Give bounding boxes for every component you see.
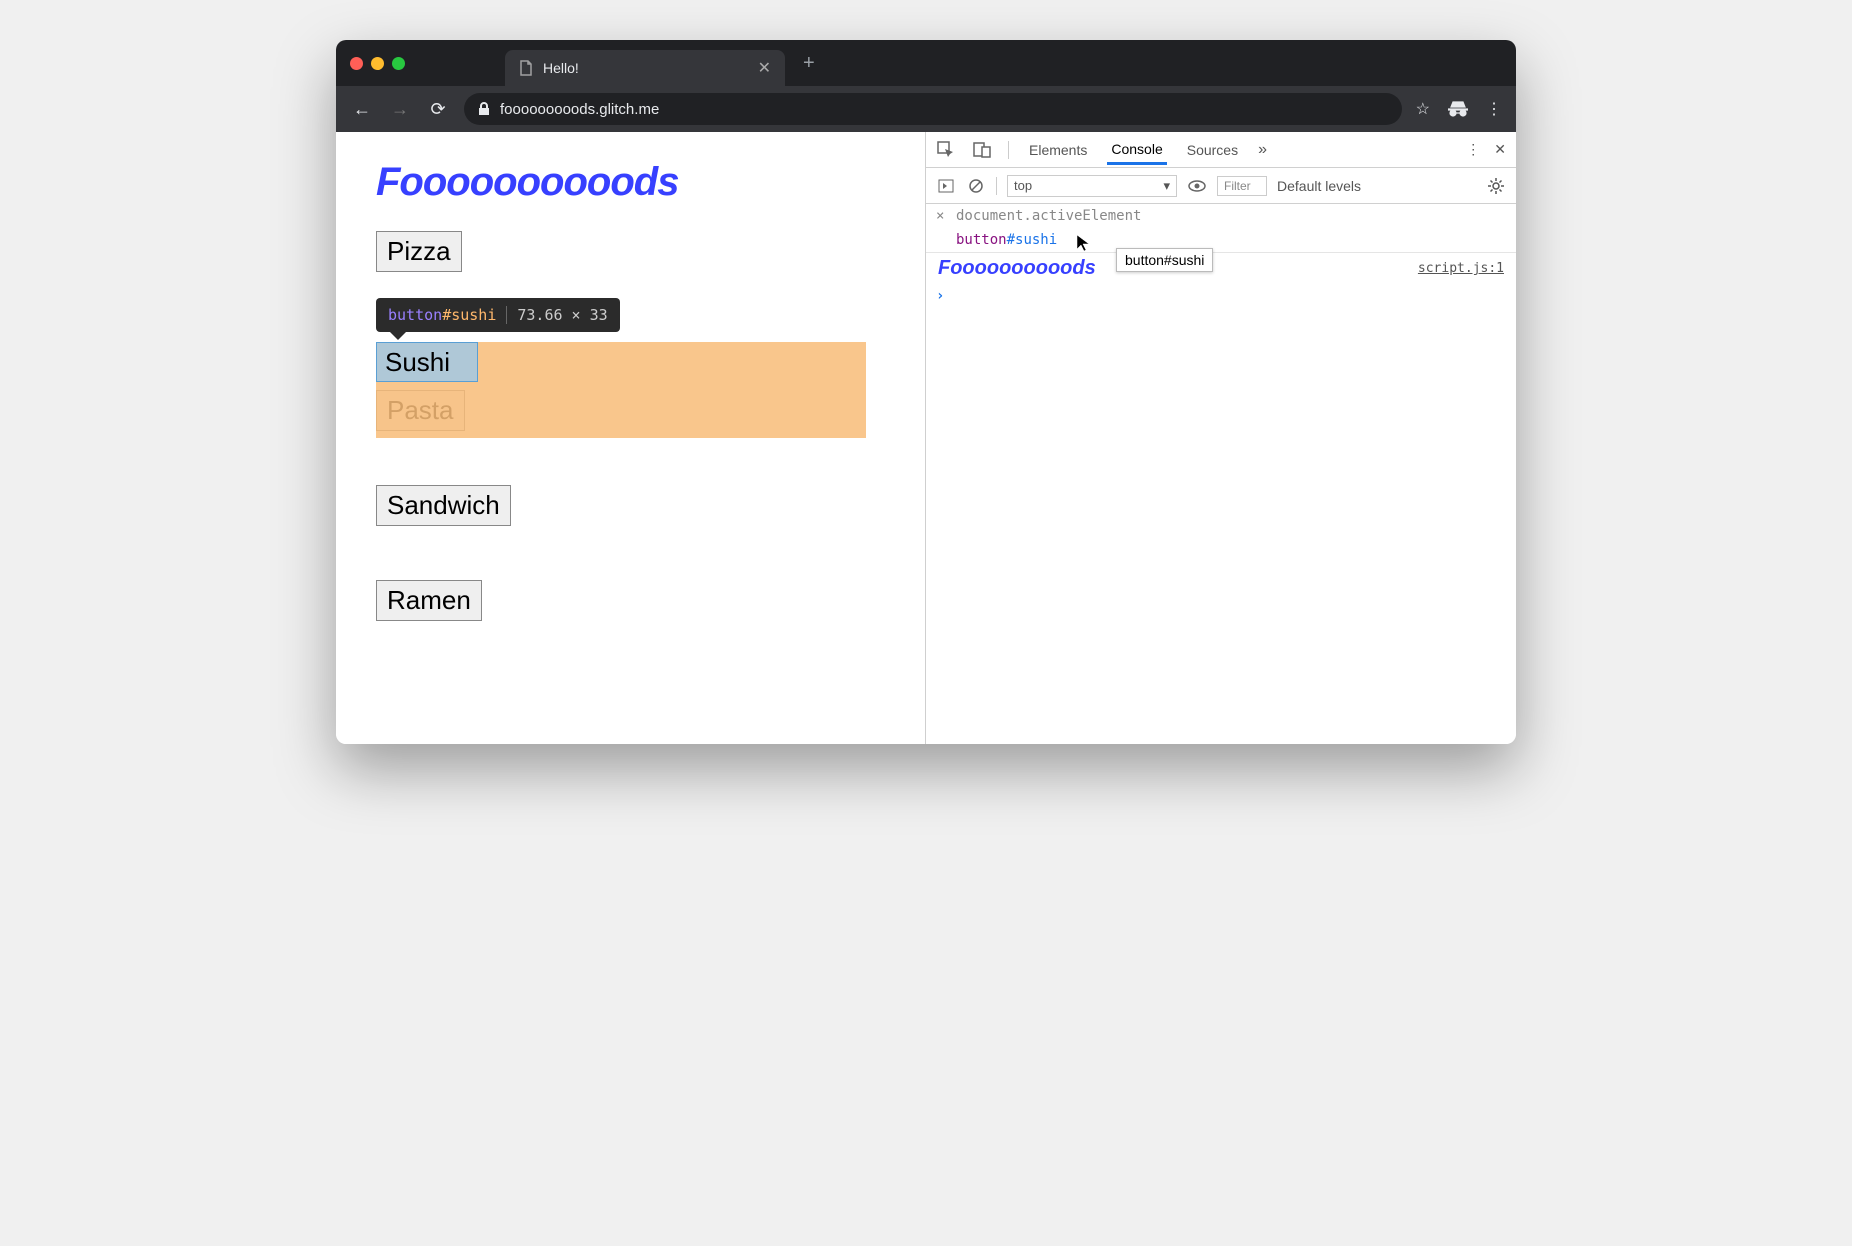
- result-id: sushi: [1015, 232, 1057, 248]
- tab-console[interactable]: Console: [1107, 135, 1166, 165]
- tab-sources[interactable]: Sources: [1183, 136, 1242, 164]
- tooltip-id-prefix: #: [442, 306, 451, 324]
- expression-text: document.activeElement: [956, 208, 1141, 224]
- remove-expression-icon[interactable]: ×: [936, 208, 950, 224]
- url-text: fooooooooods.glitch.me: [500, 101, 659, 118]
- sidebar-toggle-icon[interactable]: [936, 176, 956, 196]
- lock-icon: [478, 102, 490, 116]
- menu-icon[interactable]: ⋮: [1486, 99, 1502, 119]
- live-expression-icon[interactable]: [1187, 176, 1207, 196]
- new-tab-button[interactable]: +: [803, 52, 815, 75]
- tooltip-tag: button: [388, 306, 442, 324]
- mouse-cursor-icon: [1076, 234, 1090, 252]
- log-source-link[interactable]: script.js:1: [1418, 261, 1504, 276]
- console-output[interactable]: × document.activeElement button#sushi Fo…: [926, 204, 1516, 744]
- inspect-element-icon[interactable]: [936, 140, 956, 160]
- back-button[interactable]: ←: [350, 99, 374, 120]
- file-icon: [519, 60, 533, 76]
- tooltip-id: sushi: [451, 306, 496, 324]
- expression-result-row: button#sushi: [926, 228, 1516, 253]
- food-button-pizza[interactable]: Pizza: [376, 231, 462, 272]
- log-levels[interactable]: Default levels: [1277, 178, 1361, 194]
- window-titlebar: Hello! ✕ +: [336, 40, 1516, 86]
- maximize-window-button[interactable]: [392, 57, 405, 70]
- tab-title: Hello!: [543, 60, 579, 76]
- result-tag: button: [956, 232, 1007, 248]
- food-button-sushi[interactable]: Sushi: [376, 342, 478, 382]
- address-bar[interactable]: fooooooooods.glitch.me: [464, 93, 1402, 125]
- food-button-sandwich[interactable]: Sandwich: [376, 485, 511, 526]
- devtools-menu-icon[interactable]: ⋮: [1466, 141, 1480, 158]
- log-message: Foooooooooods: [938, 257, 1096, 280]
- reload-button[interactable]: ⟳: [426, 99, 450, 120]
- inspect-tooltip: button#sushi 73.66 × 33: [376, 298, 620, 332]
- clear-console-icon[interactable]: [966, 176, 986, 196]
- filter-input[interactable]: Filter: [1217, 176, 1267, 196]
- settings-icon[interactable]: [1486, 176, 1506, 196]
- context-selector[interactable]: top ▾: [1007, 175, 1177, 197]
- expression-result[interactable]: button#sushi: [936, 232, 1057, 248]
- tooltip-dimensions: 73.66 × 33: [506, 306, 607, 324]
- toolbar: ← → ⟳ fooooooooods.glitch.me ☆ ⋮: [336, 86, 1516, 132]
- console-log-row: Foooooooooods script.js:1: [926, 253, 1516, 284]
- sushi-button-label: Sushi: [385, 347, 450, 378]
- minimize-window-button[interactable]: [371, 57, 384, 70]
- close-tab-icon[interactable]: ✕: [758, 58, 771, 78]
- tab-elements[interactable]: Elements: [1025, 136, 1091, 164]
- browser-tab[interactable]: Hello! ✕: [505, 50, 785, 86]
- star-icon[interactable]: ☆: [1416, 99, 1430, 119]
- context-value: top: [1014, 178, 1032, 193]
- device-toggle-icon[interactable]: [972, 140, 992, 160]
- devtools-panel: Elements Console Sources » ⋮ ✕ top: [926, 132, 1516, 744]
- page-heading: Foooooooooods: [376, 160, 885, 205]
- more-tabs-icon[interactable]: »: [1258, 141, 1267, 159]
- console-prompt[interactable]: ›: [926, 284, 1516, 308]
- chevron-down-icon: ▾: [1163, 178, 1170, 194]
- result-hash: #: [1007, 232, 1015, 248]
- forward-button[interactable]: →: [388, 99, 412, 120]
- food-button-ramen[interactable]: Ramen: [376, 580, 482, 621]
- hover-tooltip: button#sushi: [1116, 248, 1213, 272]
- devtools-tabbar: Elements Console Sources » ⋮ ✕: [926, 132, 1516, 168]
- console-toolbar: top ▾ Filter Default levels: [926, 168, 1516, 204]
- page-viewport: Foooooooooods Pizza Pasta Sandwich Ramen…: [336, 132, 926, 744]
- incognito-icon[interactable]: [1448, 101, 1468, 117]
- live-expression-row: × document.activeElement: [926, 204, 1516, 228]
- close-window-button[interactable]: [350, 57, 363, 70]
- traffic-lights: [350, 57, 405, 70]
- devtools-close-icon[interactable]: ✕: [1494, 141, 1506, 158]
